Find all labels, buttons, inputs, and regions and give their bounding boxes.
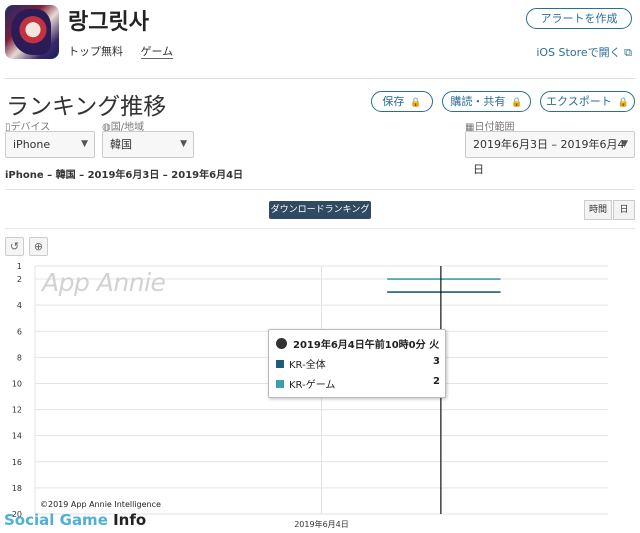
y-tick-label: 18 [12,484,22,493]
open-ios-store-label: iOS Storeで開く [536,46,621,59]
y-tick-label: 2 [17,275,22,284]
undo-icon: ↺ [9,240,20,253]
subscribe-share-label: 購読・共有 [450,95,506,108]
branding-logo: Social Game Info [4,511,147,529]
tooltip-title: 2019年6月4日午前10時0分 火 [276,336,439,351]
page-title: ランキング推移 [6,94,167,120]
reset-zoom-button[interactable]: ↺ [5,237,24,256]
watermark: App Annie [42,268,166,297]
chart-tooltip: 2019年6月4日午前10時0分 火 KR-全体 3 KR-ゲーム 2 [268,329,446,398]
device-select-value: iPhone [13,138,51,151]
tag-free-top[interactable]: トップ無料 [68,45,123,58]
save-button[interactable]: 保存 🔒 [371,91,433,112]
country-select[interactable]: 韓国 ▼ [102,131,194,158]
tooltip-row-label: KR-全体 [289,360,326,371]
chevron-down-icon: ▼ [621,139,628,149]
y-tick-label: 12 [12,406,22,415]
divider [5,228,635,229]
tooltip-row-value: 3 [433,356,440,367]
y-tick-label: 6 [17,327,22,336]
divider [5,189,635,190]
lock-icon: 🔒 [410,98,422,108]
copyright: ©2019 App Annie Intelligence [40,500,161,509]
y-tick-label: 16 [12,458,22,467]
chart-series [387,278,501,293]
external-link-icon: ⧉ [624,46,632,59]
tag-game[interactable]: ゲーム [140,45,174,59]
chevron-down-icon: ▼ [180,139,187,149]
globe-icon [276,338,287,349]
date-range-value: 2019年6月3日 – 2019年6月4日 [473,138,625,176]
subscribe-share-button[interactable]: 購読・共有 🔒 [442,91,531,112]
zoom-button[interactable]: ⊕ [29,237,48,256]
create-alert-button[interactable]: アラートを作成 [526,8,632,29]
device-select[interactable]: iPhone ▼ [5,131,95,158]
chevron-down-icon: ▼ [81,139,88,149]
zoom-icon: ⊕ [33,240,44,253]
granularity-day-button[interactable]: 日 [613,200,635,220]
export-button[interactable]: エクスポート 🔒 [540,91,635,112]
lock-icon: 🔒 [511,98,523,108]
y-tick-label: 10 [12,379,22,388]
tooltip-row-value: 2 [433,376,440,387]
granularity-hour-button[interactable]: 時間 [584,200,612,220]
app-tags: トップ無料 ゲーム [68,43,187,59]
series-swatch [276,360,284,368]
y-tick-label: 14 [12,432,22,441]
tooltip-row: KR-全体 3 [276,356,440,371]
app-title: 랑그릿사 [68,10,149,35]
divider [5,78,635,79]
y-tick-label: 8 [17,353,22,362]
app-icon [5,5,59,59]
tooltip-row-label: KR-ゲーム [289,380,336,391]
x-tick-label: 2019年6月4日 [294,519,349,529]
country-select-value: 韓国 [110,138,132,151]
date-range-select[interactable]: 2019年6月3日 – 2019年6月4日 ▼ [465,131,635,176]
y-tick-label: 4 [17,301,22,310]
tooltip-row: KR-ゲーム 2 [276,376,440,391]
y-tick-label: 1 [17,262,22,271]
y-axis-ticks: 12468101214161820 [12,262,22,519]
export-label: エクスポート [546,95,612,108]
filter-summary: iPhone – 韓国 – 2019年6月3日 – 2019年6月4日 [5,170,244,181]
save-label: 保存 [382,95,405,108]
open-ios-store-link[interactable]: iOS Storeで開く ⧉ [536,44,632,60]
series-swatch [276,380,284,388]
lock-icon: 🔒 [617,98,629,108]
tab-download-ranking[interactable]: ダウンロードランキング [269,201,371,219]
x-axis-ticks: 2019年6月4日 [294,519,349,529]
